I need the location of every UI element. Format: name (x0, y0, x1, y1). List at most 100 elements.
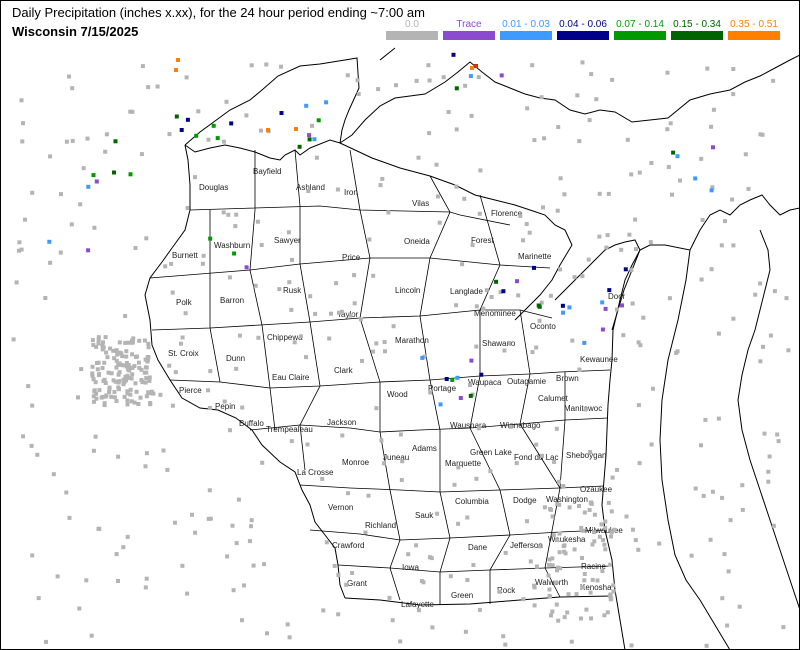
station-marker (102, 401, 107, 406)
station-marker (541, 205, 545, 210)
station-marker (96, 337, 101, 342)
station-marker (381, 461, 386, 466)
station-marker (48, 260, 53, 265)
legend-item: 0.04 - 0.06 (557, 19, 609, 40)
station-marker (767, 454, 772, 459)
station-marker (649, 442, 654, 447)
station-marker (456, 465, 461, 470)
station-marker (137, 338, 142, 343)
station-marker (606, 191, 611, 196)
station-marker (224, 99, 229, 104)
county-label: Marinette (518, 252, 552, 261)
station-marker (699, 443, 703, 448)
station-marker (100, 366, 105, 370)
station-marker (454, 184, 459, 189)
station-marker (532, 603, 537, 608)
station-marker (262, 562, 267, 567)
station-marker (479, 372, 484, 377)
wi-il-border (344, 595, 613, 606)
station-marker (147, 390, 152, 395)
station-marker (518, 213, 523, 218)
station-marker (582, 572, 587, 576)
station-marker (147, 375, 152, 380)
station-marker (193, 175, 197, 180)
station-marker (134, 355, 138, 359)
station-marker (710, 489, 715, 494)
county-label: Chippewa (267, 333, 303, 342)
station-marker (70, 139, 75, 143)
station-marker (693, 176, 698, 181)
station-marker (608, 562, 613, 567)
station-marker (446, 110, 451, 114)
station-marker (229, 121, 234, 126)
station-marker (133, 381, 138, 386)
station-marker (567, 505, 572, 510)
station-marker (703, 417, 708, 422)
county-label: Outagamie (507, 377, 547, 386)
station-marker (601, 538, 606, 542)
station-marker (356, 92, 361, 96)
station-marker (636, 403, 641, 408)
county-label: Richland (365, 521, 396, 530)
station-marker (55, 574, 60, 579)
station-marker (489, 295, 494, 299)
station-marker (709, 267, 714, 272)
station-marker (723, 219, 727, 224)
station-marker (146, 341, 151, 346)
station-marker (146, 85, 151, 90)
station-marker (310, 123, 314, 128)
station-marker (716, 416, 721, 421)
station-marker (709, 124, 714, 129)
station-marker (454, 127, 459, 132)
station-marker (501, 289, 506, 294)
station-marker (758, 359, 763, 364)
station-marker (374, 341, 379, 346)
station-marker (609, 509, 614, 514)
county-label: Winnebago (500, 421, 541, 430)
station-marker (566, 592, 571, 597)
station-marker (313, 311, 318, 316)
station-marker (398, 432, 403, 437)
station-marker (292, 340, 297, 345)
station-marker (116, 372, 121, 377)
station-marker (521, 238, 525, 243)
page-title: Daily Precipitation (inches x.xx), for t… (12, 5, 425, 20)
station-marker (29, 443, 34, 448)
station-marker (667, 296, 672, 301)
station-marker (314, 155, 319, 160)
station-marker (534, 345, 539, 350)
station-marker (92, 388, 97, 393)
county-label: Sauk (415, 511, 434, 520)
station-marker (335, 187, 340, 192)
station-marker (567, 305, 572, 310)
county-label: Brown (556, 374, 579, 383)
county-label: Waushara (450, 421, 487, 430)
station-marker (123, 374, 128, 379)
station-marker (64, 490, 69, 495)
station-marker (378, 183, 383, 188)
station-marker (476, 75, 481, 80)
station-marker (666, 165, 671, 169)
station-marker (208, 236, 213, 241)
station-marker (96, 373, 101, 378)
station-marker (114, 552, 119, 557)
station-marker (332, 563, 337, 568)
station-marker (289, 439, 294, 444)
station-marker (437, 220, 442, 225)
station-marker (19, 247, 24, 252)
station-marker (294, 127, 298, 131)
station-marker (607, 288, 612, 293)
station-marker (758, 281, 763, 286)
station-marker (426, 63, 431, 68)
station-marker (551, 533, 556, 538)
station-marker (665, 70, 670, 75)
station-marker (469, 113, 474, 118)
station-marker (580, 556, 584, 560)
county-label: Trempealeau (266, 425, 313, 434)
station-marker (91, 173, 96, 178)
station-marker (206, 388, 211, 393)
station-marker (230, 523, 235, 528)
station-marker (537, 304, 542, 309)
county-label: Dodge (513, 496, 537, 505)
station-marker (555, 502, 560, 506)
